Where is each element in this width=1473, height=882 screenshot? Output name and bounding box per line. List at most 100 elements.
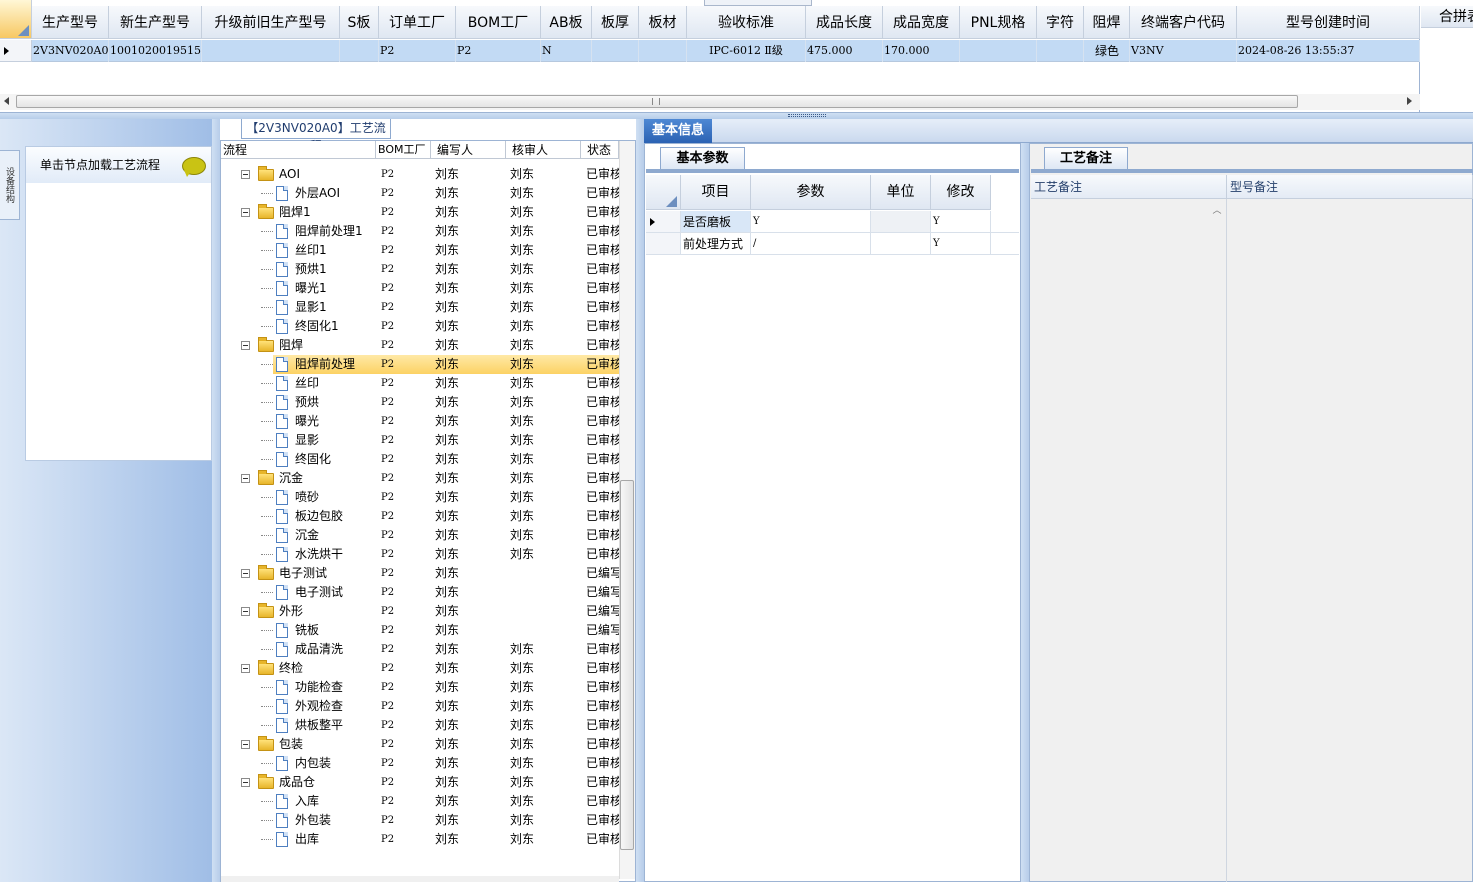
column-header[interactable]: 生产型号 (32, 6, 109, 39)
tree-header-bom[interactable]: BOM工厂 (376, 141, 431, 159)
tree-step-row[interactable]: 终固化1 P2 刘东 刘东 已审核 (221, 317, 619, 336)
grid-cell-thickness[interactable] (592, 40, 639, 62)
tree-step-row[interactable]: 外包装 P2 刘东 刘东 已审核 (221, 811, 619, 830)
tree-step-row[interactable]: 出库 P2 刘东 刘东 已审核 (221, 830, 619, 849)
tree-step-row[interactable]: 显影1 P2 刘东 刘东 已审核 (221, 298, 619, 317)
tree-folder-row[interactable]: 阻焊1 P2 刘东 刘东 已审核 (221, 203, 619, 222)
column-header[interactable]: 成品长度 (806, 6, 883, 39)
tree-step-row[interactable]: 显影 P2 刘东 刘东 已审核 (221, 431, 619, 450)
params-cell-modify[interactable]: Y (931, 211, 991, 232)
grid-cell-bom-factory[interactable]: P2 (456, 40, 541, 62)
grid-cell-pnl[interactable] (960, 40, 1037, 62)
grid-cell-ab-board[interactable]: N (541, 40, 592, 62)
params-header-modify[interactable]: 修改 (931, 175, 991, 210)
collapse-toggle-icon[interactable] (241, 208, 250, 217)
collapse-toggle-icon[interactable] (241, 569, 250, 578)
column-header[interactable]: 成品宽度 (883, 6, 960, 39)
tree-step-row[interactable]: 预烘 P2 刘东 刘东 已审核 (221, 393, 619, 412)
tree-step-row[interactable]: 外观检查 P2 刘东 刘东 已审核 (221, 697, 619, 716)
tree-step-row[interactable]: 入库 P2 刘东 刘东 已审核 (221, 792, 619, 811)
scroll-up-icon[interactable]: ︿ (1211, 203, 1223, 216)
params-row[interactable]: 是否磨板 Y Y (646, 211, 1019, 233)
collapse-toggle-icon[interactable] (241, 607, 250, 616)
tab-basic-info[interactable]: 基本信息 (644, 119, 712, 143)
tree-step-row[interactable]: 阻焊前处理 P2 刘东 刘东 已审核 (221, 355, 619, 374)
tree-step-row[interactable]: 曝光 P2 刘东 刘东 已审核 (221, 412, 619, 431)
collapse-toggle-icon[interactable] (241, 474, 250, 483)
column-header[interactable]: 订单工厂 (379, 6, 456, 39)
column-header[interactable]: 板厚 (592, 6, 639, 39)
scroll-right-arrow-icon[interactable] (1407, 97, 1412, 105)
tab-basic-params[interactable]: 基本参数 (660, 147, 745, 170)
tree-step-row[interactable]: 丝印1 P2 刘东 刘东 已审核 (221, 241, 619, 260)
params-cell-modify[interactable]: Y (931, 233, 991, 254)
tree-folder-row[interactable]: 阻焊 P2 刘东 刘东 已审核 (221, 336, 619, 355)
tree-step-row[interactable]: 水洗烘干 P2 刘东 刘东 已审核 (221, 545, 619, 564)
tree-scrollbar-thumb[interactable] (620, 480, 634, 850)
params-header-unit[interactable]: 单位 (871, 175, 931, 210)
merge-table-header[interactable]: 合拼表 (1421, 6, 1473, 28)
right-vertical-splitter[interactable] (1021, 143, 1029, 882)
tree-folder-row[interactable]: 终检 P2 刘东 刘东 已审核 (221, 659, 619, 678)
tree-folder-row[interactable]: 沉金 P2 刘东 刘东 已审核 (221, 469, 619, 488)
grid-cell-customer-code[interactable]: V3NV (1130, 40, 1237, 62)
tree-header-reviewer[interactable]: 核审人 (506, 141, 581, 159)
column-header[interactable]: S板 (340, 6, 379, 39)
tree-folder-row[interactable]: 成品仓 P2 刘东 刘东 已审核 (221, 773, 619, 792)
device-structure-tab[interactable]: 设备结构 (0, 150, 20, 220)
tree-folder-row[interactable]: 电子测试 P2 刘东 已编写 (221, 564, 619, 583)
column-header[interactable]: 阻焊 (1084, 6, 1130, 39)
tree-header-status[interactable]: 状态 (581, 141, 619, 159)
tree-step-row[interactable]: 终固化 P2 刘东 刘东 已审核 (221, 450, 619, 469)
tree-step-row[interactable]: 功能检查 P2 刘东 刘东 已审核 (221, 678, 619, 697)
tree-step-row[interactable]: 沉金 P2 刘东 刘东 已审核 (221, 526, 619, 545)
params-cell-unit[interactable] (871, 211, 931, 232)
column-header[interactable]: PNL规格 (960, 6, 1037, 39)
params-cell-param[interactable]: Y (751, 211, 871, 232)
grid-cell-char[interactable] (1037, 40, 1084, 62)
tree-step-row[interactable]: 铣板 P2 刘东 已编写 (221, 621, 619, 640)
horizontal-splitter[interactable] (0, 112, 1473, 119)
column-header[interactable]: 验收标准 (687, 6, 806, 39)
tab-craft-notes[interactable]: 工艺备注 (1044, 147, 1128, 170)
tree-step-row[interactable]: 丝印 P2 刘东 刘东 已审核 (221, 374, 619, 393)
tree-header-flow[interactable]: 流程 (221, 141, 376, 159)
column-header[interactable]: AB板 (541, 6, 592, 39)
params-row-header[interactable] (646, 211, 681, 232)
grid-cell-standard[interactable]: IPC-6012 Ⅱ级 (687, 40, 806, 62)
grid-cell-order-factory[interactable]: P2 (379, 40, 456, 62)
collapse-toggle-icon[interactable] (241, 740, 250, 749)
tree-horizontal-scrollbar[interactable] (221, 876, 619, 882)
tree-step-row[interactable]: 阻焊前处理1 P2 刘东 刘东 已审核 (221, 222, 619, 241)
scroll-left-arrow-icon[interactable] (4, 97, 9, 105)
params-header-param[interactable]: 参数 (751, 175, 871, 210)
tree-step-row[interactable]: 内包装 P2 刘东 刘东 已审核 (221, 754, 619, 773)
craft-note-column[interactable]: 工艺备注 (1031, 175, 1227, 199)
collapse-toggle-icon[interactable] (241, 664, 250, 673)
grid-cell-created[interactable]: 2024-08-26 13:55:37 (1237, 40, 1420, 62)
tree-folder-row[interactable]: 外形 P2 刘东 已编写 (221, 602, 619, 621)
column-header[interactable]: 终端客户代码 (1130, 6, 1237, 39)
column-header[interactable]: 字符 (1037, 6, 1084, 39)
tree-step-row[interactable]: 烘板整平 P2 刘东 刘东 已审核 (221, 716, 619, 735)
params-cell-param[interactable]: / (751, 233, 871, 254)
grid-cell-length[interactable]: 475.000 (806, 40, 883, 62)
model-note-column[interactable]: 型号备注 (1227, 175, 1473, 199)
column-header[interactable]: BOM工厂 (456, 6, 541, 39)
column-header[interactable]: 新生产型号 (109, 6, 202, 39)
column-header[interactable]: 升级前旧生产型号 (202, 6, 340, 39)
grid-cell-width[interactable]: 170.000 (883, 40, 960, 62)
params-row[interactable]: 前处理方式 / Y (646, 233, 1019, 255)
tree-step-row[interactable]: 喷砂 P2 刘东 刘东 已审核 (221, 488, 619, 507)
grid-cell-model[interactable]: 2V3NV020A0 (32, 40, 109, 62)
collapse-toggle-icon[interactable] (241, 341, 250, 350)
middle-vertical-splitter[interactable] (636, 119, 644, 882)
params-cell-unit[interactable] (871, 233, 931, 254)
column-header[interactable]: 型号创建时间 (1237, 6, 1420, 39)
tree-step-row[interactable]: 板边包胶 P2 刘东 刘东 已审核 (221, 507, 619, 526)
collapse-toggle-icon[interactable] (241, 778, 250, 787)
grid-cell-solder-mask[interactable]: 绿色 (1084, 40, 1130, 62)
params-header-item[interactable]: 项目 (681, 175, 751, 210)
tree-step-row[interactable]: 曝光1 P2 刘东 刘东 已审核 (221, 279, 619, 298)
grid-cell-new-model[interactable]: 10010200195155 (109, 40, 202, 62)
